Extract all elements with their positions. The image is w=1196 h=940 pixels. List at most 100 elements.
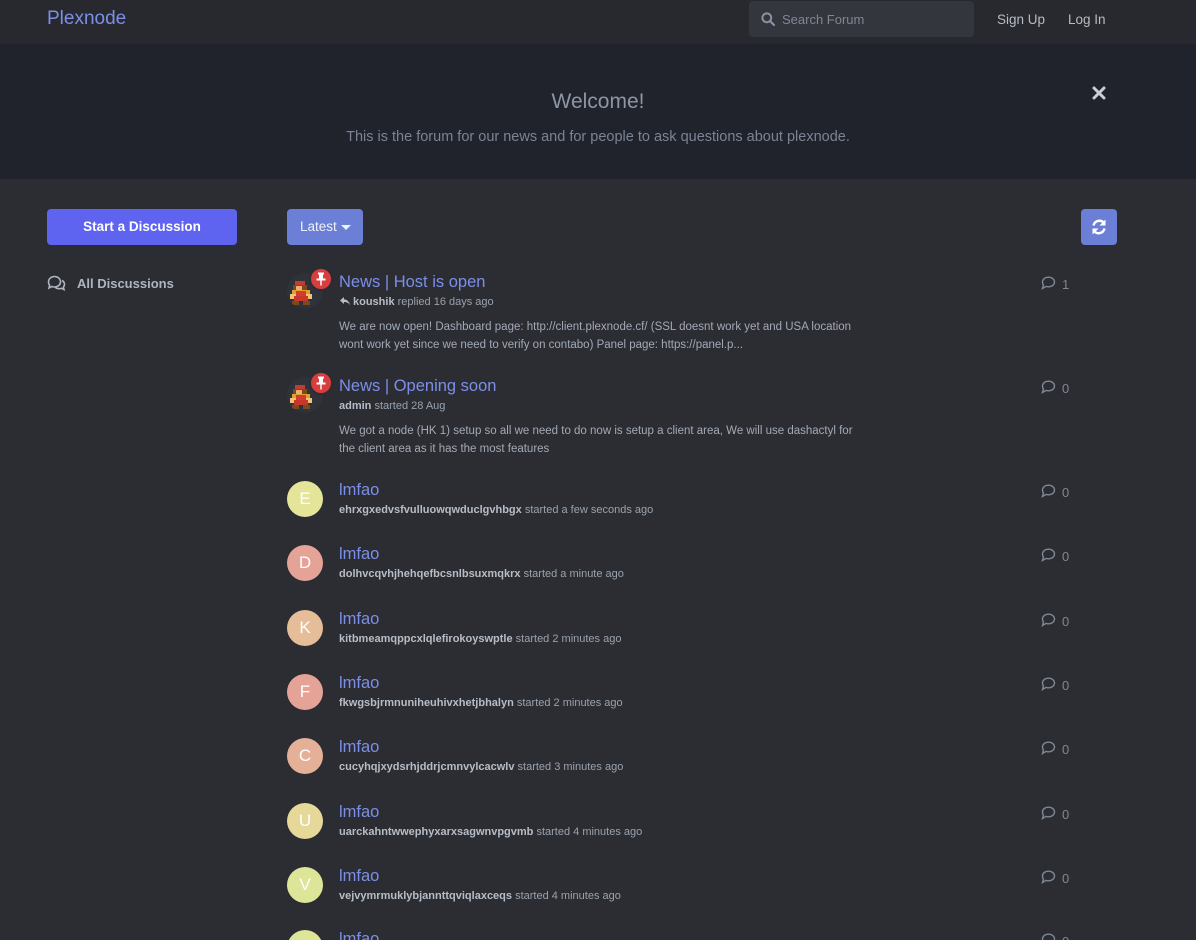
discussion-title[interactable]: lmfao: [339, 803, 379, 822]
discussion-user[interactable]: vejvymrmuklybjannttqviqlaxceqs: [339, 890, 512, 902]
comment-icon: [1041, 677, 1056, 691]
reply-count-value: 0: [1062, 381, 1070, 396]
comment-icon: [1041, 484, 1056, 498]
discussion-excerpt: We are now open! Dashboard page: http://…: [339, 321, 852, 351]
sort-label: Latest: [300, 219, 337, 234]
avatar: V: [287, 867, 323, 903]
discussion-user[interactable]: admin: [339, 400, 371, 412]
reply-icon: [340, 297, 350, 306]
discussion-user[interactable]: uarckahntwwephyxarxsagwnvpgvmb: [339, 826, 533, 838]
comment-icon: [1041, 276, 1056, 290]
reply-count-value: 0: [1062, 871, 1070, 886]
chevron-down-icon: [341, 225, 351, 230]
discussion-title[interactable]: News | Opening soon: [339, 377, 496, 396]
reply-count[interactable]: 1: [1041, 275, 1087, 293]
discussion-user[interactable]: cucyhqjxydsrhjddrjcmnvylcacwlv: [339, 761, 514, 773]
sort-dropdown[interactable]: Latest: [287, 209, 363, 245]
comments-icon: [47, 275, 66, 291]
reply-count-value: 1: [1062, 277, 1070, 292]
reply-count-value: 0: [1062, 614, 1070, 629]
reply-count-value: 0: [1062, 934, 1069, 940]
discussion-meta: cucyhqjxydsrhjddrjcmnvylcacwlv started 3…: [339, 761, 623, 773]
comment-icon: [1041, 741, 1056, 755]
reply-count-value: 0: [1062, 485, 1070, 500]
discussion-action: started a minute ago: [523, 568, 624, 580]
avatar: F: [287, 674, 323, 710]
discussion-action: started 28 Aug: [374, 400, 446, 412]
discussion-user[interactable]: koushik: [353, 296, 395, 308]
comment-icon: [1041, 548, 1056, 562]
reply-count[interactable]: 0: [1041, 740, 1087, 758]
comment-icon: [1041, 380, 1056, 394]
welcome-hero: Welcome! This is the forum for our news …: [0, 44, 1196, 179]
discussion-title[interactable]: lmfao: [339, 481, 379, 500]
comment-icon: [1041, 613, 1056, 627]
hero-subtitle: This is the forum for our news and for p…: [346, 129, 850, 145]
discussion-meta: dolhvcqvhjhehqefbcsnlbsuxmqkrx started a…: [339, 568, 624, 580]
reply-count-value: 0: [1062, 807, 1070, 822]
reply-count[interactable]: 0: [1041, 612, 1087, 630]
discussion-title[interactable]: lmfao: [339, 545, 379, 564]
close-icon[interactable]: [1090, 84, 1108, 102]
discussion-meta: kitbmeamqppcxlqlefirokoyswptle started 2…: [339, 633, 621, 645]
discussion-action: started 2 minutes ago: [516, 697, 623, 709]
search-icon: [761, 12, 775, 26]
discussion-user[interactable]: kitbmeamqppcxlqlefirokoyswptle: [339, 633, 513, 645]
discussion-title[interactable]: lmfao: [339, 930, 379, 940]
reply-count-value: 0: [1062, 742, 1070, 757]
top-header: Plexnode Sign Up Log In: [0, 0, 1196, 44]
discussion-action: replied 16 days ago: [397, 296, 494, 308]
discussion-meta: vejvymrmuklybjannttqviqlaxceqs started 4…: [339, 890, 621, 902]
discussion-action: started 3 minutes ago: [517, 761, 624, 773]
discussion-excerpt: We got a node (HK 1) setup so all we nee…: [339, 425, 853, 455]
discussion-title[interactable]: lmfao: [339, 738, 379, 757]
comment-icon: [1041, 933, 1056, 940]
signup-link[interactable]: Sign Up: [997, 12, 1045, 27]
refresh-icon: [1092, 219, 1106, 235]
reply-count[interactable]: 0: [1041, 483, 1087, 501]
login-link[interactable]: Log In: [1068, 12, 1106, 27]
discussion-user[interactable]: dolhvcqvhjhehqefbcsnlbsuxmqkrx: [339, 568, 521, 580]
reply-count[interactable]: 0: [1041, 932, 1087, 940]
avatar: D: [287, 545, 323, 581]
reply-count[interactable]: 0: [1041, 805, 1087, 823]
discussion-title[interactable]: lmfao: [339, 674, 379, 693]
reply-count[interactable]: 0: [1041, 869, 1087, 887]
discussion-action: started 2 minutes ago: [515, 633, 622, 645]
discussion-title[interactable]: News | Host is open: [339, 273, 485, 292]
pin-badge: [309, 267, 333, 291]
reply-count-value: 0: [1062, 678, 1070, 693]
discussion-meta: admin started 28 Aug: [339, 400, 445, 412]
brand-logo[interactable]: Plexnode: [47, 8, 126, 30]
search-box[interactable]: [749, 1, 974, 37]
comment-icon: [1041, 870, 1056, 884]
avatar: K: [287, 610, 323, 646]
avatar: E: [287, 481, 323, 517]
search-input[interactable]: [782, 1, 967, 37]
discussion-action: started a few seconds ago: [524, 504, 654, 516]
pin-icon: [316, 376, 326, 390]
discussion-title[interactable]: lmfao: [339, 867, 379, 886]
reply-count-value: 0: [1062, 549, 1070, 564]
start-discussion-button[interactable]: Start a Discussion: [47, 209, 237, 245]
discussion-meta: fkwgsbjrmnuniheuhivxhetjbhalyn started 2…: [339, 697, 623, 709]
reply-count[interactable]: 0: [1041, 676, 1087, 694]
pin-icon: [316, 272, 326, 286]
reply-count[interactable]: 0: [1041, 547, 1087, 565]
discussion-action: started 4 minutes ago: [536, 826, 643, 838]
discussion-meta: ehrxgxedvsfvulluowqwduclgvhbgx started a…: [339, 504, 653, 516]
avatar: C: [287, 738, 323, 774]
reply-count[interactable]: 0: [1041, 379, 1087, 397]
discussion-title[interactable]: lmfao: [339, 610, 379, 629]
refresh-button[interactable]: [1081, 209, 1117, 245]
avatar: [287, 930, 323, 940]
pin-badge: [309, 371, 333, 395]
discussion-user[interactable]: fkwgsbjrmnuniheuhivxhetjbhalyn: [339, 697, 514, 709]
hero-title: Welcome!: [551, 90, 645, 113]
discussion-meta: uarckahntwwephyxarxsagwnvpgvmb started 4…: [339, 826, 642, 838]
sidebar-item-label: All Discussions: [77, 276, 174, 291]
discussion-action: started 4 minutes ago: [515, 890, 621, 902]
comment-icon: [1041, 806, 1056, 820]
avatar: U: [287, 803, 323, 839]
discussion-user[interactable]: ehrxgxedvsfvulluowqwduclgvhbgx: [339, 504, 522, 516]
